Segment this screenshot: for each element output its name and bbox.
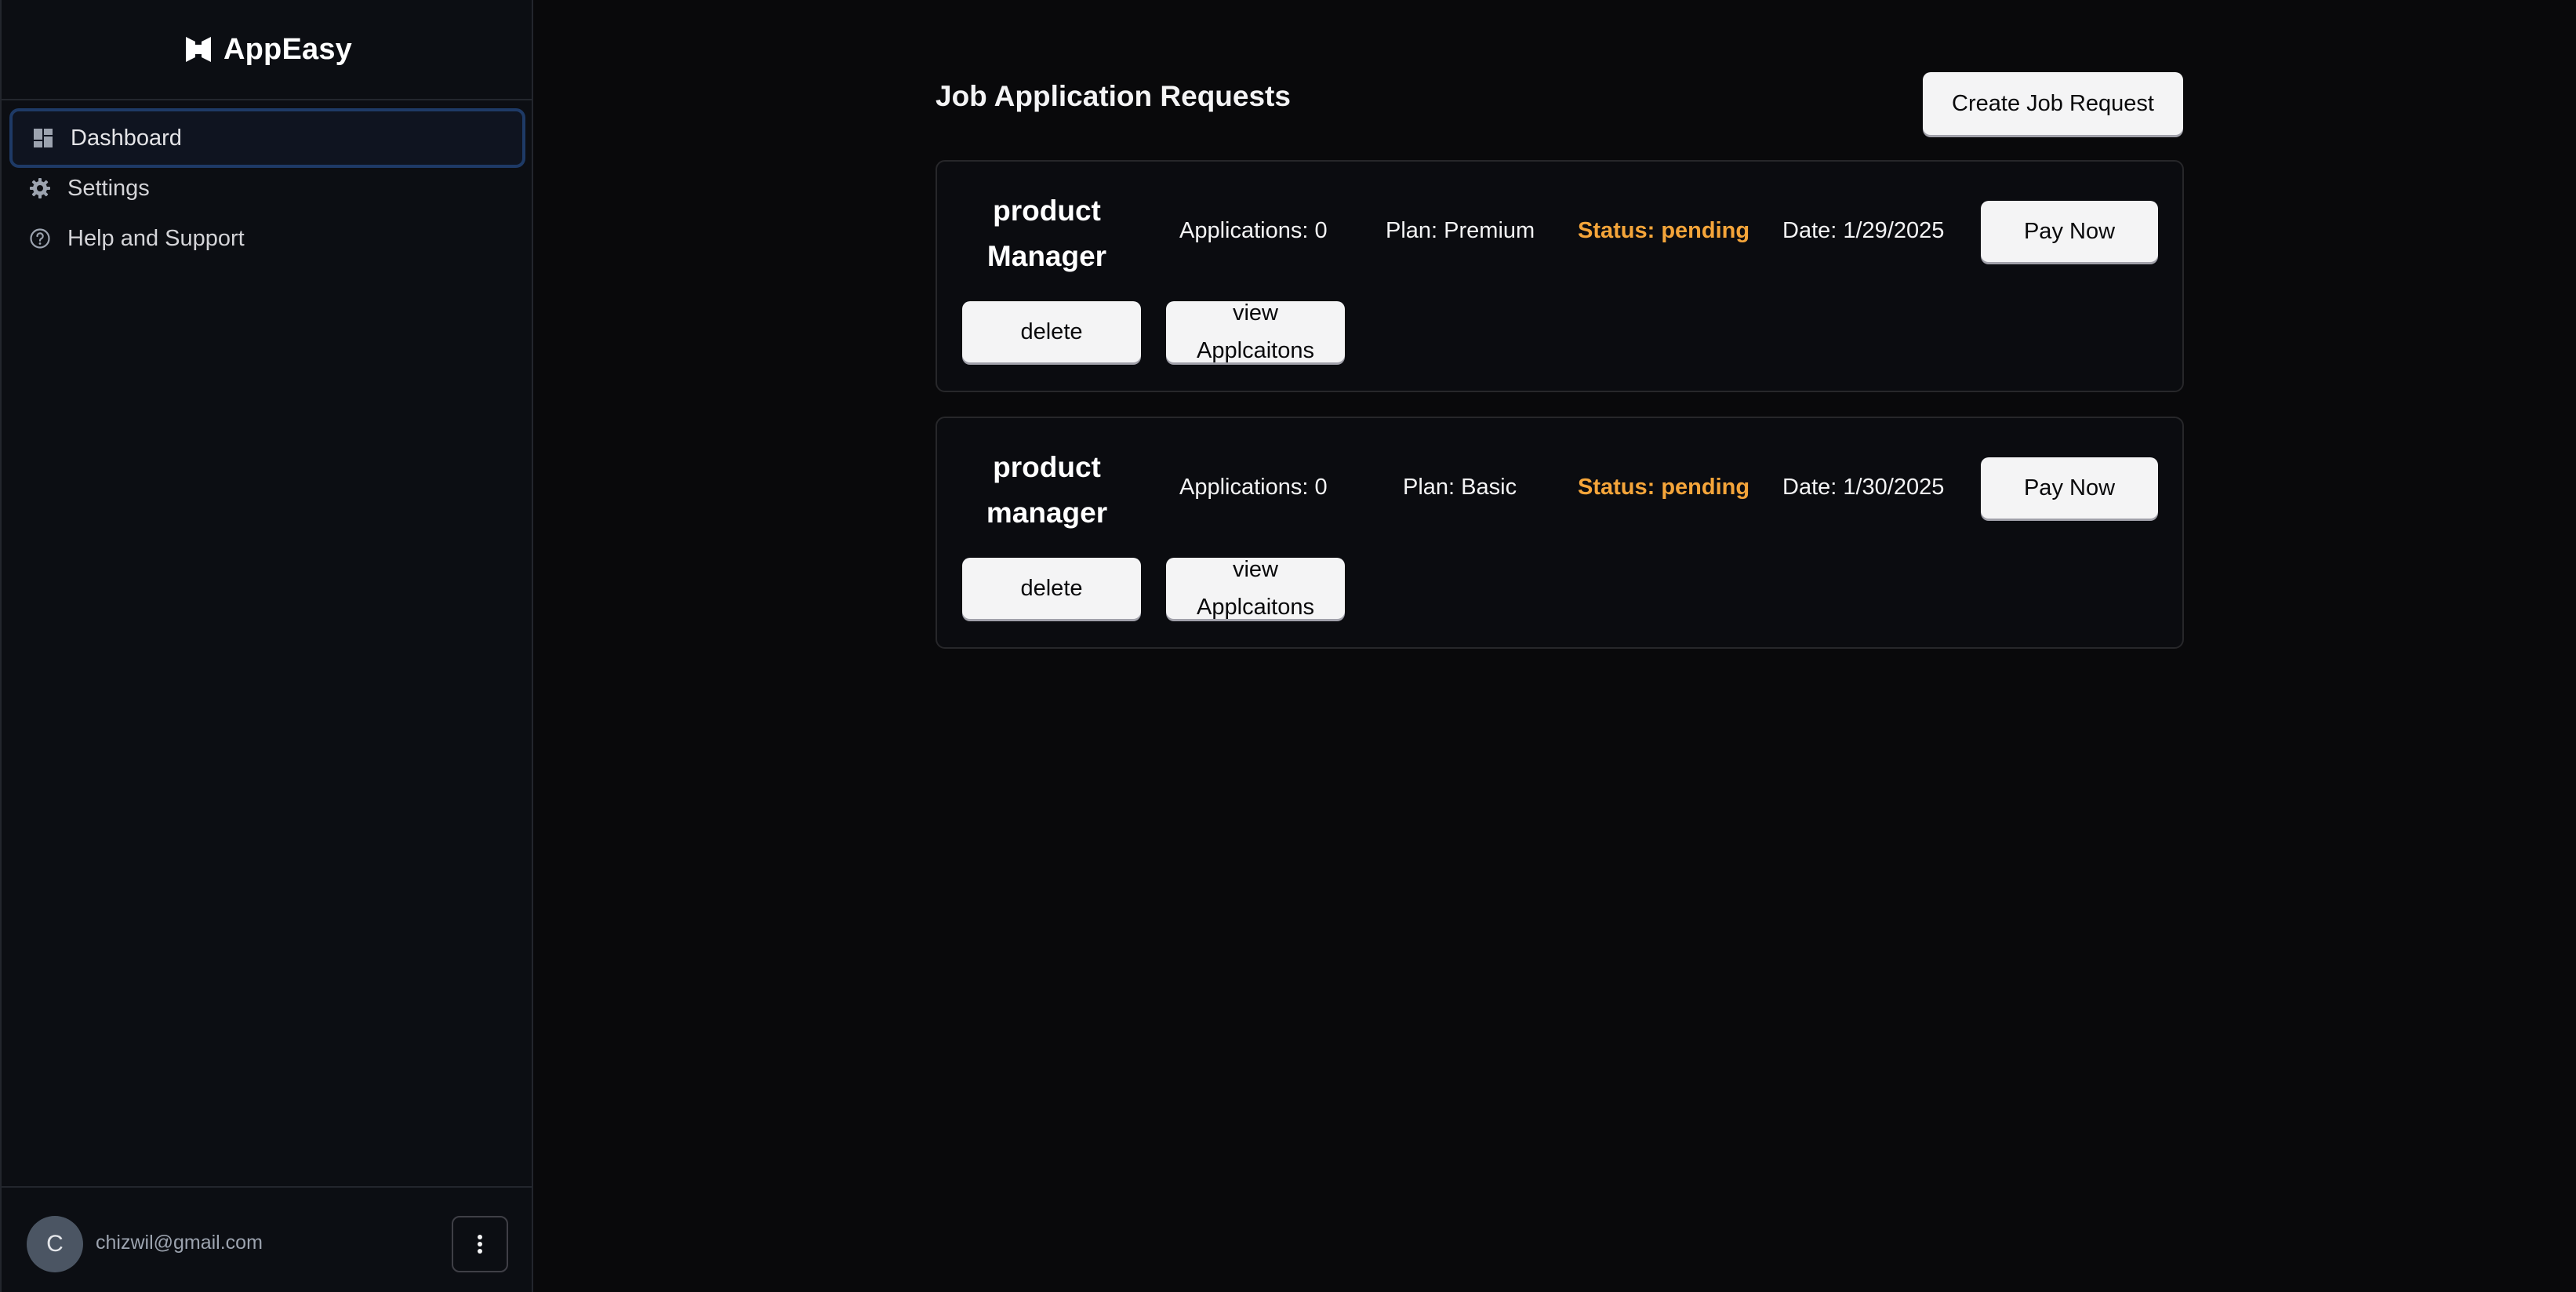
- user-email: chizwil@gmail.com: [96, 1232, 263, 1254]
- job-date: Date: 1/29/2025: [1782, 218, 1945, 243]
- pay-now-button[interactable]: Pay Now: [1981, 457, 2158, 519]
- view-applications-button[interactable]: view Applcaitons: [1166, 557, 1345, 620]
- job-plan: Plan: Basic: [1403, 475, 1517, 500]
- job-title-line: manager: [986, 497, 1108, 529]
- job-title-line: Manager: [986, 240, 1107, 272]
- status-badge: Status: pending: [1578, 218, 1750, 243]
- job-plan: Plan: Premium: [1386, 218, 1535, 243]
- delete-button[interactable]: delete: [962, 301, 1141, 362]
- job-card: product Manager Applications: 0 Plan: Pr…: [936, 160, 2184, 392]
- page-title: Job Application Requests: [936, 80, 1291, 112]
- sidebar-item-label: Help and Support: [67, 225, 245, 251]
- app-root: AppEasy Dashboard Settings Help and Supp…: [0, 0, 2576, 1292]
- view-button-line: Applcaitons: [1197, 338, 1314, 363]
- more-vertical-icon: [478, 1235, 482, 1254]
- brand-name: AppEasy: [223, 32, 352, 66]
- gear-icon: [28, 177, 52, 200]
- help-circle-icon: [28, 227, 52, 250]
- sidebar-item-label: Settings: [67, 175, 150, 201]
- delete-button[interactable]: delete: [962, 558, 1141, 619]
- job-applications-count: Applications: 0: [1179, 218, 1328, 243]
- sidebar-item-label: Dashboard: [71, 125, 182, 151]
- sidebar-nav: Dashboard Settings Help and Support: [9, 108, 525, 259]
- user-menu-button[interactable]: [452, 1216, 508, 1272]
- view-button-line: view: [1232, 557, 1278, 582]
- view-applications-button[interactable]: view Applcaitons: [1166, 300, 1345, 363]
- avatar[interactable]: C: [27, 1216, 83, 1272]
- sidebar-footer: C chizwil@gmail.com: [2, 1186, 533, 1292]
- job-applications-count: Applications: 0: [1179, 475, 1328, 500]
- sidebar-item-help[interactable]: Help and Support: [9, 209, 525, 268]
- view-button-line: Applcaitons: [1197, 595, 1314, 620]
- job-title-line: product: [993, 451, 1101, 483]
- job-title: product Manager: [961, 188, 1133, 279]
- create-job-request-button[interactable]: Create Job Request: [1923, 72, 2183, 135]
- view-button-line: view: [1232, 300, 1278, 326]
- job-card: product manager Applications: 0 Plan: Ba…: [936, 417, 2184, 649]
- dashboard-icon: [31, 126, 55, 150]
- job-title-line: product: [993, 195, 1101, 227]
- appeasy-logo-icon: [185, 37, 211, 62]
- status-badge: Status: pending: [1578, 475, 1750, 500]
- sidebar: AppEasy Dashboard Settings Help and Supp…: [0, 0, 533, 1292]
- job-title: product manager: [961, 445, 1133, 536]
- pay-now-button[interactable]: Pay Now: [1981, 201, 2158, 262]
- brand[interactable]: AppEasy: [2, 0, 533, 100]
- job-date: Date: 1/30/2025: [1782, 475, 1945, 500]
